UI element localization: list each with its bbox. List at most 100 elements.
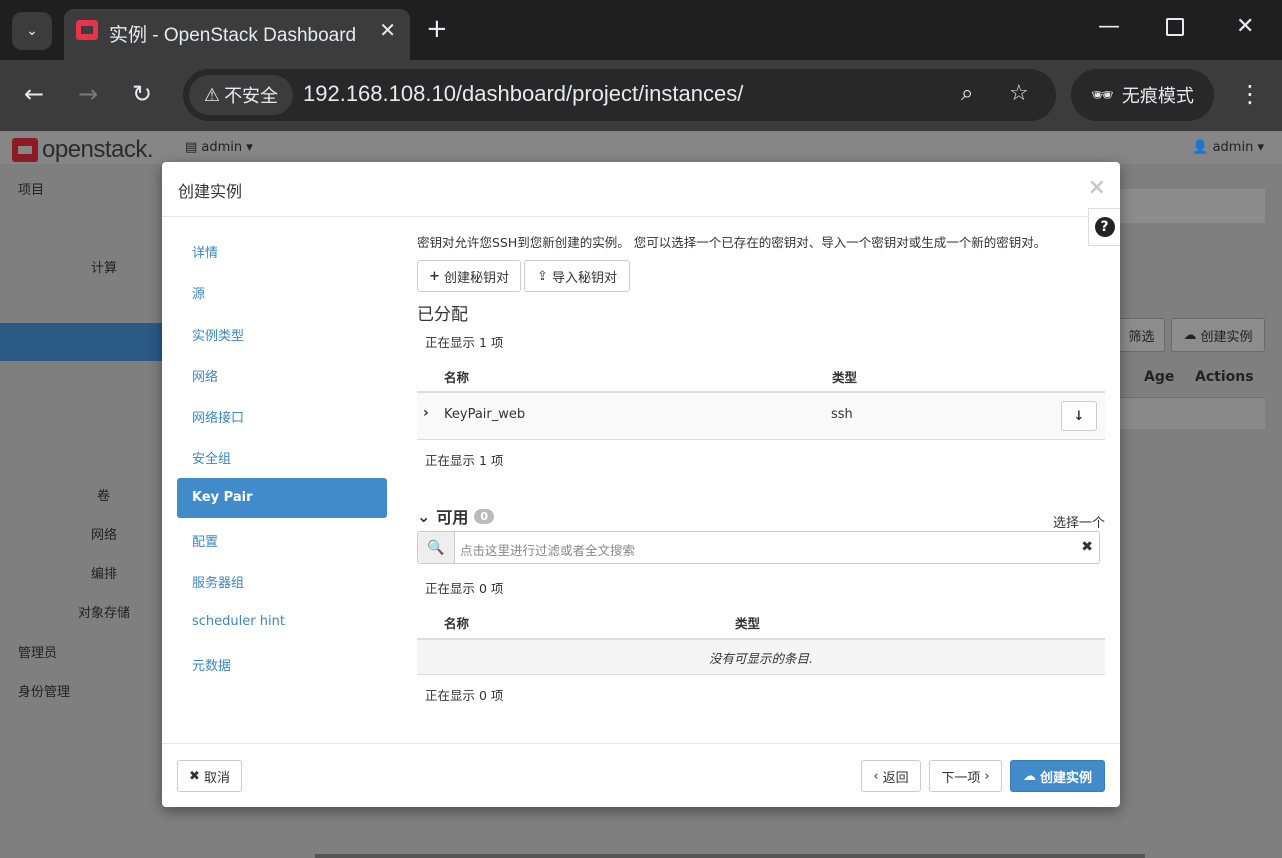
browser-tab-bar: ⌄ 实例 - OpenStack Dashboard ✕ + — ✕ bbox=[0, 0, 1282, 60]
more-menu-icon[interactable]: ⋮ bbox=[1238, 80, 1262, 108]
sidebar-identity[interactable]: 身份管理 bbox=[18, 681, 70, 700]
nav-configuration[interactable]: 配置 bbox=[177, 519, 387, 559]
available-col-type: 类型 bbox=[735, 616, 761, 631]
sidebar-admin[interactable]: 管理员 bbox=[18, 642, 57, 661]
chevron-down-icon: ⌄ bbox=[26, 23, 38, 39]
select-one-label: 选择一个 bbox=[1052, 516, 1105, 531]
create-keypair-button[interactable]: + 创建秘钥对 bbox=[417, 260, 521, 292]
keypair-type: ssh bbox=[831, 407, 853, 422]
nav-flavor[interactable]: 实例类型 bbox=[177, 313, 387, 353]
deallocate-button[interactable]: ↓ bbox=[1061, 401, 1097, 431]
sidebar-compute[interactable]: 计算 bbox=[91, 257, 117, 276]
cloud-upload-icon: ☁ bbox=[1022, 768, 1036, 784]
openstack-logo-icon bbox=[12, 138, 38, 162]
chevron-right-icon: › bbox=[984, 768, 990, 784]
search-input[interactable]: 点击这里进行过滤或者全文搜索 bbox=[460, 540, 635, 559]
star-icon[interactable]: ☆ bbox=[1009, 81, 1029, 106]
sidebar-project[interactable]: 项目 bbox=[18, 179, 44, 198]
nav-key-pair[interactable]: Key Pair bbox=[177, 477, 387, 518]
launch-instance-button[interactable]: ☁ 创建实例 bbox=[1010, 760, 1105, 792]
intro-text: 密钥对允许您SSH到您新创建的实例。 您可以选择一个已存在的密钥对、导入一个密钥… bbox=[417, 235, 1047, 250]
incognito-indicator[interactable]: 🕶 无痕模式 bbox=[1071, 69, 1214, 121]
chevron-left-icon: ‹ bbox=[873, 768, 879, 784]
user-menu[interactable]: 👤 admin ▾ bbox=[1192, 140, 1264, 155]
keypair-name: KeyPair_web bbox=[444, 407, 526, 422]
search-bar[interactable]: 🔍 点击这里进行过滤或者全文搜索 ✖ bbox=[417, 531, 1100, 564]
maximize-icon[interactable] bbox=[1166, 18, 1184, 36]
chevron-right-icon[interactable]: › bbox=[423, 405, 429, 421]
back-button[interactable]: ‹ 返回 bbox=[861, 760, 921, 792]
back-label: 返回 bbox=[882, 770, 909, 786]
background-filter-button[interactable]: 筛选 bbox=[1118, 318, 1165, 352]
question-icon: ? bbox=[1094, 217, 1115, 237]
openstack-logo[interactable]: openstack. bbox=[12, 136, 154, 164]
close-window-icon[interactable]: ✕ bbox=[1236, 14, 1254, 39]
modal-title: 创建实例 bbox=[178, 182, 243, 201]
allocated-count-bottom: 正在显示 1 项 bbox=[425, 453, 504, 468]
user-name: admin bbox=[1212, 140, 1254, 155]
nav-network-ports[interactable]: 网络接口 bbox=[177, 395, 387, 435]
nav-networks[interactable]: 网络 bbox=[177, 354, 387, 394]
cancel-button[interactable]: ✖ 取消 bbox=[177, 760, 242, 792]
minimize-icon[interactable]: — bbox=[1098, 14, 1120, 39]
sidebar-volumes[interactable]: 卷 bbox=[97, 485, 110, 504]
table-row[interactable]: › KeyPair_web ssh ↓ bbox=[417, 391, 1105, 440]
search-icon: 🔍 bbox=[418, 532, 455, 563]
import-keypair-button[interactable]: ⇪ 导入秘钥对 bbox=[524, 260, 630, 292]
address-bar[interactable]: ⚠ 不安全 192.168.108.10/dashboard/project/i… bbox=[183, 69, 1056, 121]
background-filter-bar bbox=[1120, 189, 1265, 223]
nav-source[interactable]: 源 bbox=[177, 271, 387, 311]
allocated-count-top: 正在显示 1 项 bbox=[425, 335, 504, 350]
sidebar-orchestration[interactable]: 编排 bbox=[91, 563, 117, 582]
wizard-nav: 详情 源 实例类型 网络 网络接口 安全组 Key Pair 配置 服务器组 s… bbox=[177, 230, 387, 684]
available-title: 可用 bbox=[436, 508, 469, 527]
background-table-row bbox=[1120, 397, 1265, 429]
cloud-upload-icon: ☁ bbox=[1183, 327, 1197, 343]
empty-table-row: 没有可显示的条目. bbox=[417, 638, 1105, 675]
nav-scheduler-hint[interactable]: scheduler hint bbox=[177, 602, 387, 642]
help-button[interactable]: ? bbox=[1088, 208, 1120, 246]
sidebar-object-store[interactable]: 对象存储 bbox=[78, 602, 130, 621]
close-icon[interactable]: × bbox=[1088, 175, 1106, 200]
upload-icon: ⇪ bbox=[537, 268, 548, 284]
plus-icon: + bbox=[429, 268, 440, 284]
security-label: 不安全 bbox=[224, 86, 279, 107]
browser-tab[interactable]: 实例 - OpenStack Dashboard ✕ bbox=[64, 9, 410, 60]
background-create-button[interactable]: ☁ 创建实例 bbox=[1171, 318, 1265, 352]
security-chip[interactable]: ⚠ 不安全 bbox=[189, 75, 293, 115]
chevron-down-icon: ⌄ bbox=[417, 506, 431, 526]
launch-instance-modal: 创建实例 × ? 详情 源 实例类型 网络 网络接口 安全组 Key Pair … bbox=[162, 162, 1120, 807]
incognito-icon: 🕶 bbox=[1091, 84, 1114, 106]
column-age: Age bbox=[1144, 369, 1175, 385]
available-toggle[interactable]: ⌄ 可用 0 bbox=[417, 504, 495, 528]
warning-icon: ⚠ bbox=[203, 84, 221, 106]
next-button[interactable]: 下一项 › bbox=[929, 760, 1002, 792]
url-text[interactable]: 192.168.108.10/dashboard/project/instanc… bbox=[303, 81, 743, 107]
available-count-top: 正在显示 0 项 bbox=[425, 581, 504, 596]
reload-icon[interactable]: ↻ bbox=[132, 80, 152, 108]
nav-security-groups[interactable]: 安全组 bbox=[177, 436, 387, 476]
page-header: openstack. ▤ admin ▾ 👤 admin ▾ bbox=[0, 131, 1282, 164]
close-tab-icon[interactable]: ✕ bbox=[379, 18, 396, 42]
forward-icon[interactable]: → bbox=[78, 80, 98, 108]
allocated-col-type: 类型 bbox=[832, 370, 858, 385]
back-icon[interactable]: ← bbox=[24, 80, 44, 108]
nav-server-groups[interactable]: 服务器组 bbox=[177, 560, 387, 600]
horizontal-scrollbar[interactable] bbox=[315, 854, 1145, 858]
new-tab-icon[interactable]: + bbox=[426, 14, 448, 44]
available-col-name: 名称 bbox=[444, 616, 470, 631]
nav-details[interactable]: 详情 bbox=[177, 230, 387, 270]
sidebar-active-item[interactable] bbox=[0, 323, 162, 361]
next-label: 下一项 bbox=[941, 770, 981, 786]
sidebar-network[interactable]: 网络 bbox=[91, 524, 117, 543]
tab-search-button[interactable]: ⌄ bbox=[12, 12, 52, 50]
project-name: admin bbox=[201, 140, 243, 155]
available-count-bottom: 正在显示 0 项 bbox=[425, 688, 504, 703]
zoom-icon[interactable]: ⌕ bbox=[961, 81, 973, 106]
clear-search-icon[interactable]: ✖ bbox=[1081, 539, 1093, 555]
tab-title: 实例 - OpenStack Dashboard bbox=[109, 25, 357, 46]
create-label: 创建实例 bbox=[1200, 329, 1253, 345]
nav-metadata[interactable]: 元数据 bbox=[177, 643, 387, 683]
project-selector[interactable]: ▤ admin ▾ bbox=[185, 140, 253, 155]
incognito-label: 无痕模式 bbox=[1121, 86, 1194, 107]
